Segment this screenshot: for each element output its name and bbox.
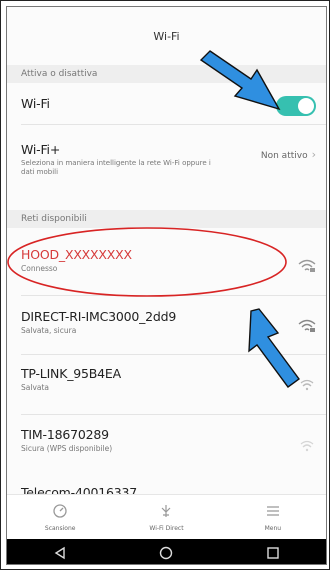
toggle-knob (298, 98, 314, 114)
network-status: Sicura (WPS disponibile) (21, 444, 113, 453)
divider (21, 354, 326, 355)
wifi-direct-button[interactable]: Wi-Fi Direct (113, 495, 219, 540)
network-status: Connesso (21, 264, 58, 273)
network-row[interactable]: TP-LINK_95B4EA Salvata (7, 356, 326, 412)
recents-icon[interactable] (266, 546, 280, 560)
system-nav-bar (7, 539, 326, 564)
network-row[interactable]: DIRECT-RI-IMC3000_2dd9 Salvata, sicura (7, 297, 326, 353)
network-name: TP-LINK_95B4EA (21, 366, 121, 381)
wifi-signal-locked-icon (298, 319, 316, 332)
wifi-plus-row[interactable]: Wi-Fi+ Seleziona in maniera intelligente… (7, 130, 326, 202)
wifi-signal-locked-icon (298, 259, 316, 272)
phone-screen: Wi-Fi Attiva o disattiva Wi-Fi Wi-Fi+ Se… (6, 6, 327, 565)
network-name: DIRECT-RI-IMC3000_2dd9 (21, 309, 177, 324)
wifi-signal-icon (300, 379, 314, 391)
divider (21, 124, 326, 125)
back-icon[interactable] (53, 546, 67, 560)
divider (21, 295, 326, 296)
wifi-toggle-row[interactable]: Wi-Fi (7, 86, 326, 122)
network-status: Salvata (21, 383, 50, 392)
screenshot-frame: Wi-Fi Attiva o disattiva Wi-Fi Wi-Fi+ Se… (0, 0, 330, 570)
section-header-toggle: Attiva o disattiva (7, 65, 326, 83)
wifi-signal-icon (300, 440, 314, 452)
wifi-direct-label: Wi-Fi Direct (149, 525, 184, 532)
network-name: HOOD_XXXXXXXX (21, 247, 132, 262)
wifi-plus-status: Non attivo › (261, 148, 316, 161)
menu-button[interactable]: Menu (220, 495, 326, 540)
wifi-direct-icon (113, 503, 219, 519)
scan-icon (7, 503, 113, 519)
network-row[interactable]: TIM-18670289 Sicura (WPS disponibile) (7, 417, 326, 473)
chevron-right-icon: › (311, 148, 316, 161)
divider (21, 414, 326, 415)
section-header-networks: Reti disponibili (7, 210, 326, 228)
page-title: Wi-Fi (153, 29, 180, 43)
wifi-toggle[interactable] (276, 96, 316, 116)
menu-icon (220, 503, 326, 519)
wifi-plus-status-text: Non attivo (260, 151, 308, 161)
scan-button[interactable]: Scansione (7, 495, 113, 540)
network-status: Salvata, sicura (21, 326, 77, 335)
scan-label: Scansione (44, 525, 76, 532)
wifi-plus-description: Seleziona in maniera intelligente la ret… (21, 159, 211, 176)
bottom-action-bar: Scansione Wi-Fi Direct Menu (7, 494, 326, 540)
network-name: TIM-18670289 (21, 427, 109, 442)
menu-label: Menu (264, 525, 282, 532)
network-row[interactable]: HOOD_XXXXXXXX Connesso (7, 235, 326, 293)
home-icon[interactable] (159, 546, 173, 560)
